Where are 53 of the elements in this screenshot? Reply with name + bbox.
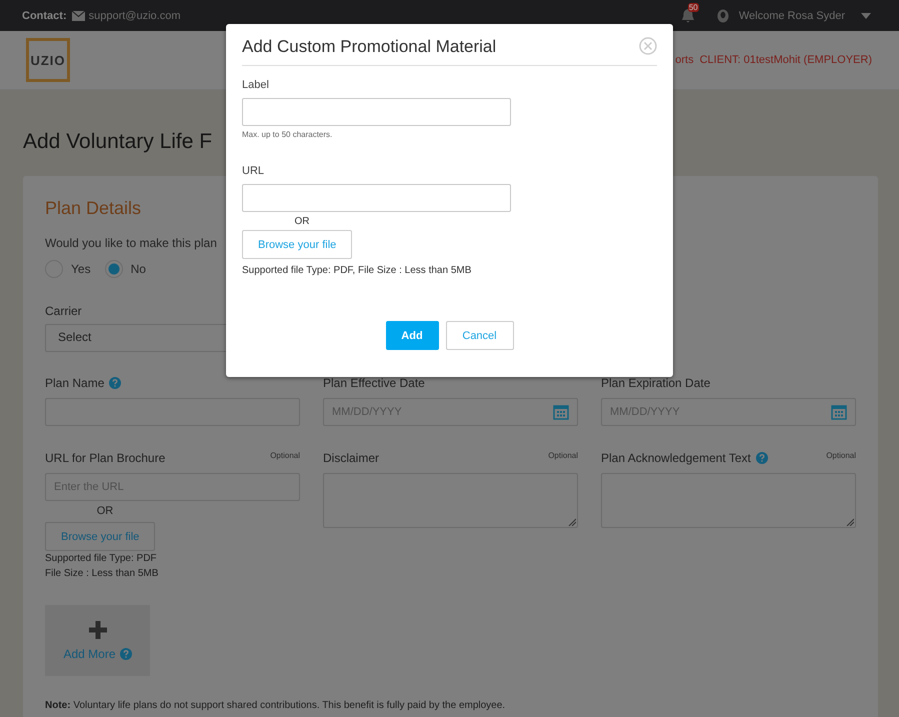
caret-icon[interactable] (861, 12, 871, 18)
optional-tag: Optional (548, 451, 578, 460)
or-text: OR (294, 216, 310, 227)
add-button[interactable]: Add (386, 321, 438, 350)
welcome-user-menu[interactable]: Welcome Rosa Syder (738, 10, 845, 22)
resize-grip-icon[interactable] (846, 518, 854, 526)
calendar-icon[interactable] (831, 404, 847, 420)
question-text: Would you like to make this plan (45, 236, 217, 250)
nav-link[interactable]: CLIENT: 01testMohit (EMPLOYER) (700, 54, 872, 66)
optional-tag: Optional (826, 451, 856, 460)
page-title: Add Voluntary Life F (22, 129, 212, 155)
field-label: URL (242, 165, 266, 177)
radio-button[interactable] (104, 260, 123, 278)
nav-link[interactable]: orts (675, 54, 694, 66)
logo[interactable]: UZIO (26, 38, 70, 82)
or-text: OR (96, 505, 114, 517)
file-note: Supported file Type: PDF, File Size : Less than 5MB (242, 265, 472, 276)
help-icon[interactable] (109, 377, 122, 389)
field-label: Label (242, 79, 270, 91)
field-label: Plan Acknowledgement Text (601, 451, 751, 465)
email-link[interactable]: support@uzio.com (88, 10, 180, 22)
label-input-field[interactable] (242, 98, 511, 126)
section-heading: Plan Details (45, 198, 142, 219)
user-icon (716, 8, 729, 22)
browse-button[interactable]: Browse your file (45, 522, 156, 551)
url-input-field[interactable] (242, 184, 511, 212)
modal-title: Add Custom Promotional Material (242, 37, 496, 57)
plus-icon (88, 620, 106, 638)
field-label: URL for Plan Brochure (45, 451, 166, 465)
envelope-icon (72, 10, 85, 20)
field-label: Plan Effective Date (323, 376, 425, 390)
file-note: Supported file Type: PDF (45, 552, 158, 566)
cancel-button[interactable]: Cancel (446, 321, 514, 350)
field-label: Plan Name (45, 376, 104, 390)
notification-badge: 50 (688, 2, 699, 12)
contact-label: Contact: (22, 10, 67, 22)
field-hint: Max. up to 50 characters. (242, 130, 334, 139)
field-label: Carrier (45, 304, 82, 318)
optional-tag: Optional (270, 451, 300, 460)
resize-grip-icon[interactable] (568, 518, 576, 526)
add-more-label: Add More (63, 646, 116, 660)
field-label: Plan Expiration Date (601, 376, 710, 390)
radio-label: No (130, 262, 146, 276)
calendar-icon[interactable] (553, 404, 569, 420)
radio-label: Yes (71, 262, 91, 276)
file-note: File Size : Less than 5MB (45, 567, 160, 581)
note-text: Note: Voluntary life plans do not support shared contributions. This benefit is fully paid by the employee. (45, 700, 506, 711)
field-label: Disclaimer (323, 451, 380, 465)
close-icon[interactable] (639, 37, 657, 55)
browse-button[interactable]: Browse your file (242, 230, 352, 259)
help-icon[interactable] (756, 452, 768, 464)
add-more-tile[interactable]: Add More (45, 605, 150, 676)
help-icon[interactable] (120, 648, 132, 660)
